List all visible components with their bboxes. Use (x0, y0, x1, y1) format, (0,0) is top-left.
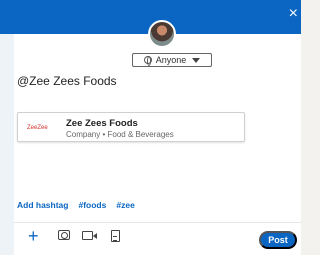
post-text-editor[interactable]: @Zee Zees Foods (17, 74, 117, 88)
camera-icon[interactable] (58, 230, 70, 240)
share-post-modal: × Anyone @Zee Zees Foods ZeeZee Zee Zees… (14, 0, 301, 255)
mention-preview-card[interactable]: ZeeZee Zee Zees Foods Company • Food & B… (17, 112, 245, 142)
video-icon[interactable] (82, 231, 97, 240)
company-logo: ZeeZee (27, 125, 48, 131)
background-header-strip (0, 0, 14, 34)
post-button[interactable]: Post (259, 231, 297, 249)
hashtag-zee[interactable]: #zee (116, 200, 134, 210)
hashtag-foods[interactable]: #foods (78, 200, 106, 210)
background-panel (0, 0, 14, 255)
avatar (148, 20, 176, 48)
globe-icon (143, 56, 152, 66)
company-name: Zee Zees Foods (66, 118, 138, 129)
hashtag-row: Add hashtag #foods #zee (17, 200, 135, 210)
company-subtitle: Company • Food & Beverages (66, 130, 174, 139)
add-content-icon[interactable]: + (28, 227, 39, 245)
audience-label: Anyone (155, 55, 187, 65)
add-hashtag-link[interactable]: Add hashtag (17, 200, 68, 210)
document-icon[interactable] (111, 230, 120, 242)
chevron-down-icon (192, 57, 201, 63)
close-icon[interactable]: × (289, 6, 298, 22)
composer-toolbar: + Post (14, 222, 301, 255)
audience-dropdown[interactable]: Anyone (132, 53, 212, 67)
